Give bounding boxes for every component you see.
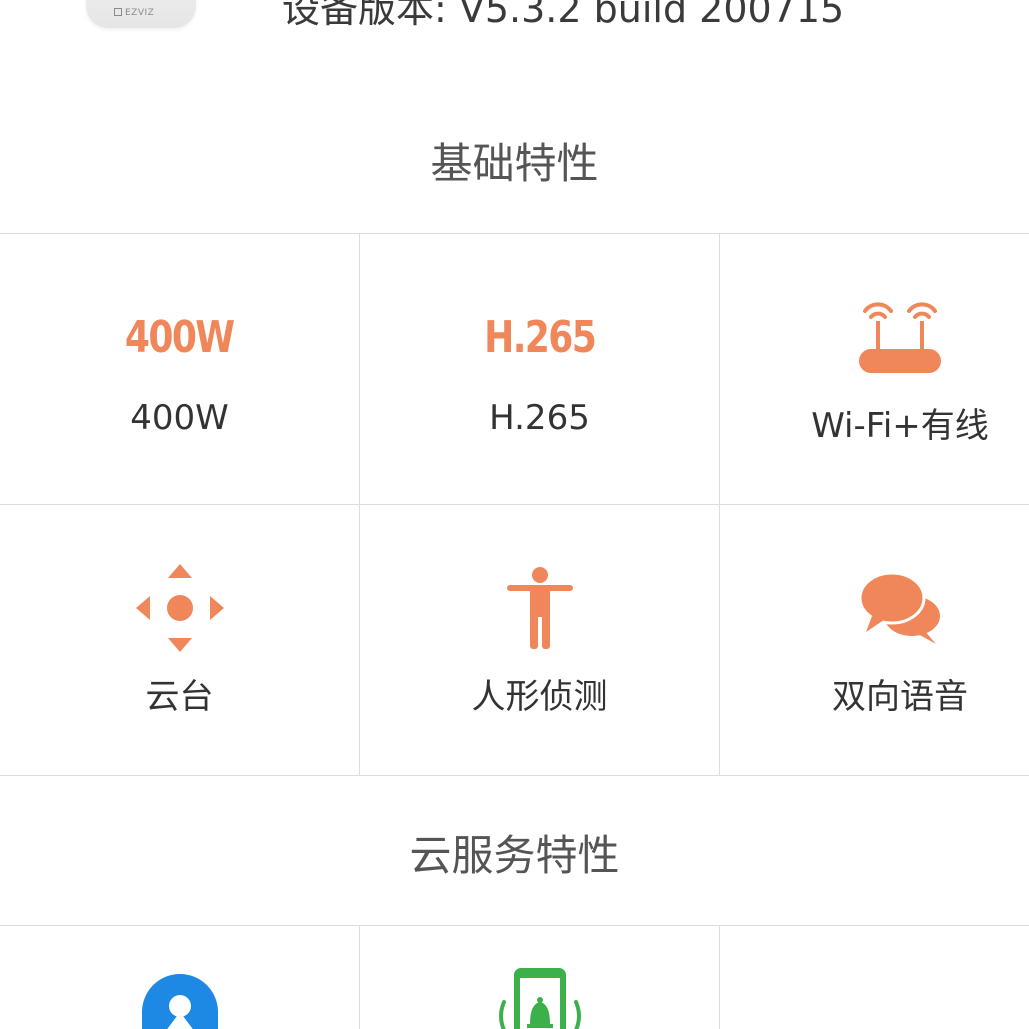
cloud-feature-cell-3 [720, 926, 1029, 1029]
cloud-features-grid [0, 925, 1029, 1029]
human-figure-icon [360, 563, 719, 653]
feature-label: 云台 [145, 677, 214, 717]
basic-features-grid: 400W 400W H.265 H.265 Wi-Fi+有线 云台 人形侦测 双… [0, 233, 1029, 776]
device-brand-text: EZVIZ [125, 8, 155, 18]
ptz-direction-icon [0, 563, 359, 653]
cloud-feature-cell-1 [0, 926, 360, 1029]
feature-label: Wi-Fi+有线 [811, 406, 989, 446]
router-icon [720, 292, 1029, 382]
device-version: 设备版本: V5.3.2 build 200715 [282, 0, 845, 31]
feature-cell-400w: 400W 400W [0, 234, 360, 504]
chat-bubbles-icon [720, 563, 1029, 653]
400w-icon: 400W [0, 292, 359, 382]
device-thumbnail: EZVIZ [86, 0, 196, 28]
feature-cell-h265: H.265 H.265 [360, 234, 720, 504]
feature-cell-ptz: 云台 [0, 505, 360, 775]
h265-icon: H.265 [360, 292, 719, 382]
feature-label: 400W [130, 398, 229, 438]
feature-cell-human-detect: 人形侦测 [360, 505, 720, 775]
device-header: EZVIZ 设备版本: V5.3.2 build 200715 [0, 0, 1029, 40]
feature-cell-two-way-audio: 双向语音 [720, 505, 1029, 775]
feature-label: 双向语音 [832, 677, 968, 717]
feature-cell-wifi: Wi-Fi+有线 [720, 234, 1029, 504]
phone-alert-icon [360, 966, 719, 1029]
feature-label: 人形侦测 [471, 677, 608, 717]
features-row-2: 云台 人形侦测 双向语音 [0, 505, 1029, 776]
device-brand: EZVIZ [114, 8, 154, 18]
h265-icon-text: H.265 [483, 311, 597, 363]
cloud-features-row [0, 926, 1029, 1029]
400w-icon-text: 400W [125, 311, 235, 363]
feature-label: H.265 [489, 398, 590, 438]
cloud-features-title: 云服务特性 [409, 831, 620, 880]
features-row-1: 400W 400W H.265 H.265 Wi-Fi+有线 [0, 234, 1029, 505]
cloud-feature-cell-2 [360, 926, 720, 1029]
cloud-photo-icon [0, 966, 359, 1029]
basic-features-title: 基础特性 [430, 139, 599, 188]
